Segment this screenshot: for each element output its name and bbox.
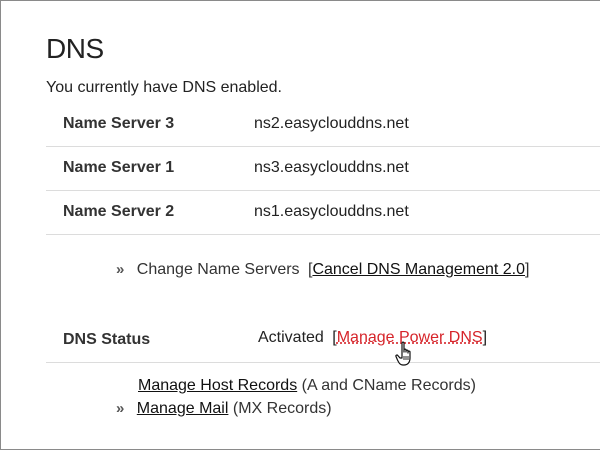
manage-host-records-link[interactable]: Manage Host Records (138, 377, 297, 394)
change-name-servers-text: Change Name Servers (136, 261, 300, 278)
dns-status-row: DNS Status Activated [Manage Power DNS] (46, 316, 600, 363)
hand-pointer-icon (395, 341, 411, 366)
name-server-value: ns2.easyclouddns.net (254, 115, 409, 132)
dns-panel: DNS You currently have DNS enabled. Name… (0, 0, 600, 450)
name-server-row: Name Server 1 ns3.easyclouddns.net (46, 147, 600, 191)
dns-enabled-text: You currently have DNS enabled. (46, 79, 282, 96)
close-bracket: ] (482, 329, 488, 346)
host-records-note: (A and CName Records) (301, 377, 476, 394)
manage-mail-link[interactable]: Manage Mail (137, 400, 229, 417)
dns-status-text: Activated (258, 329, 324, 346)
dns-status-value: Activated [Manage Power DNS] (258, 329, 487, 347)
name-server-value: ns3.easyclouddns.net (254, 159, 409, 176)
change-name-servers-line: » Change Name Servers [Cancel DNS Manage… (116, 261, 529, 279)
name-server-value: ns1.easyclouddns.net (254, 203, 409, 220)
bullet-icon: » (116, 261, 125, 278)
dns-status-label: DNS Status (63, 331, 151, 348)
name-server-label: Name Server 1 (63, 159, 175, 176)
name-server-label: Name Server 2 (63, 203, 175, 220)
cancel-dns-management-link[interactable]: Cancel DNS Management 2.0 (312, 261, 525, 278)
name-server-label: Name Server 3 (63, 115, 175, 132)
page-title: DNS (46, 33, 104, 64)
name-server-row: Name Server 2 ns1.easyclouddns.net (46, 191, 600, 235)
name-server-row: Name Server 3 ns2.easyclouddns.net (46, 103, 600, 147)
bullet-icon: » (116, 400, 125, 417)
manage-host-records-line: Manage Host Records (A and CName Records… (138, 377, 476, 395)
close-bracket: ] (525, 261, 530, 278)
manage-mail-line: » Manage Mail (MX Records) (116, 400, 332, 418)
mail-records-note: (MX Records) (232, 400, 332, 417)
